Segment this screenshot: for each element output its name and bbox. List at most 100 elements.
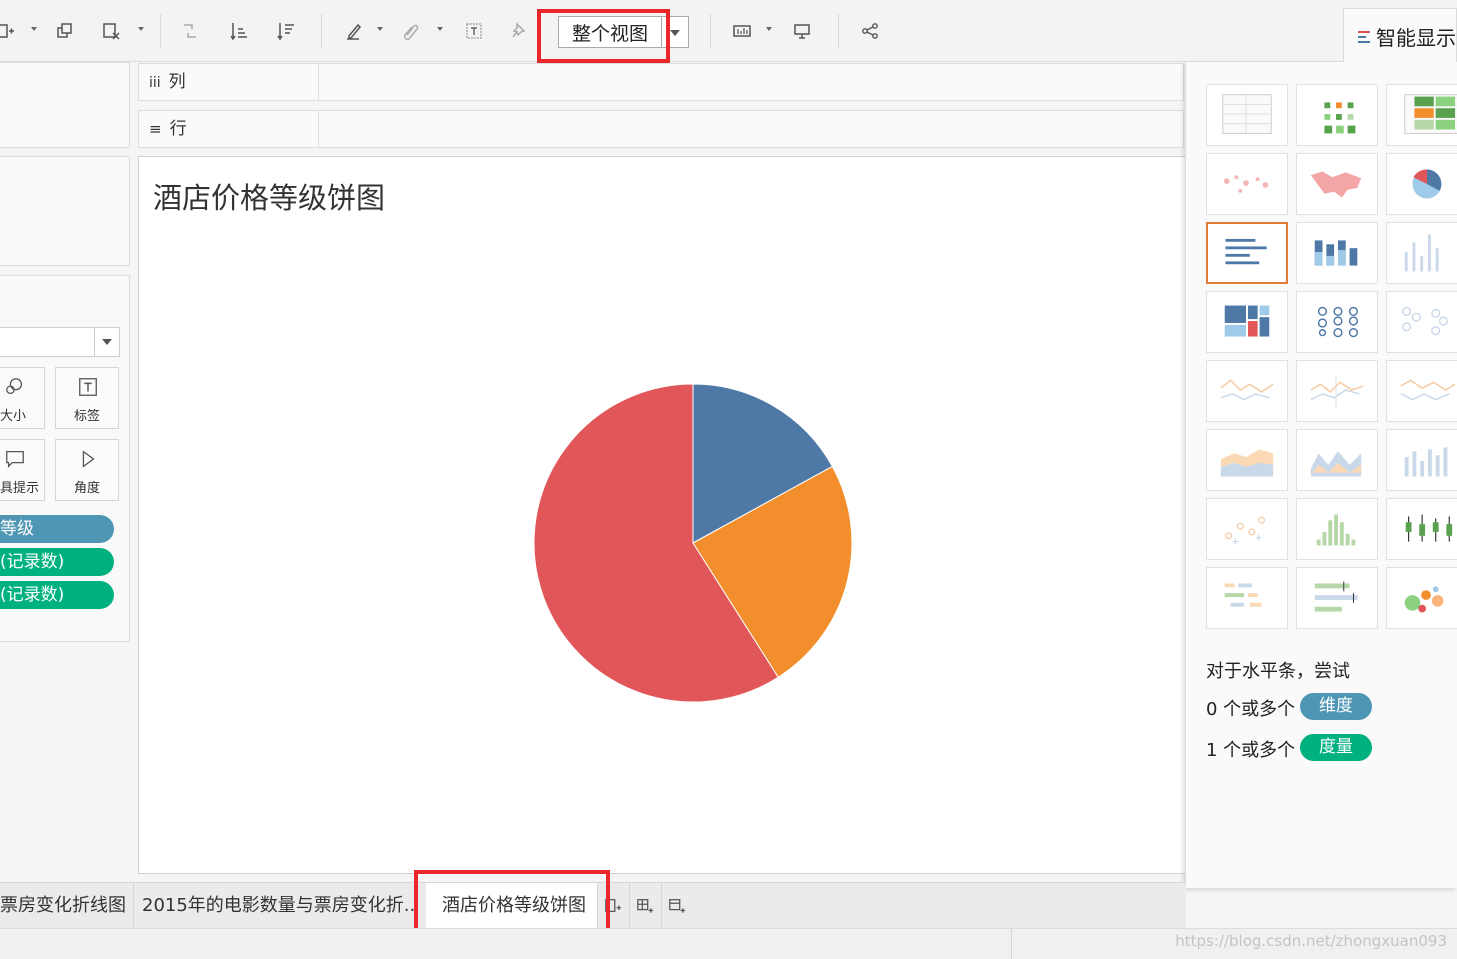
chart-type-line-discrete[interactable] (1296, 360, 1378, 422)
caret-down-icon[interactable] (138, 27, 144, 31)
angle-label: 角度 (73, 481, 100, 496)
chart-type-area-continuous[interactable] (1206, 429, 1288, 491)
chart-type-circle-views[interactable] (1296, 291, 1378, 353)
line-continuous-icon (1220, 379, 1274, 401)
chart-type-horizontal-bars[interactable] (1206, 222, 1288, 284)
marks-label-button[interactable]: 标签 (55, 367, 119, 429)
caret-down-icon[interactable] (766, 27, 772, 31)
dual-combination-icon (1404, 447, 1448, 477)
new-story-button[interactable] (662, 883, 694, 929)
filled-map-icon (1310, 171, 1362, 198)
dual-line-icon (1400, 379, 1456, 401)
chart-type-text-table[interactable] (1206, 84, 1288, 146)
chart-type-packed-bubbles[interactable] (1386, 567, 1457, 629)
toolbar-divider (321, 14, 322, 48)
pill-text: (记录数) (0, 552, 65, 572)
sort-ascending-icon[interactable] (226, 18, 252, 44)
chart-type-line-continuous[interactable] (1206, 360, 1288, 422)
caret-down-icon (102, 339, 112, 345)
marks-tooltip-button[interactable]: 具提示 (0, 439, 45, 501)
heat-map-icon (1324, 102, 1356, 134)
rows-icon: ≡ (149, 120, 162, 138)
show-me-label: 智能显示 (1376, 26, 1456, 50)
pages-card (0, 62, 130, 148)
chart-type-dual-combination[interactable] (1386, 429, 1457, 491)
bullet-graph-icon (1314, 581, 1358, 612)
chart-type-area-discrete[interactable] (1296, 429, 1378, 491)
columns-label: 列 (168, 72, 186, 92)
marks-size-button[interactable]: 大小 (0, 367, 45, 429)
chart-type-heat-map[interactable] (1296, 84, 1378, 146)
side-by-side-bars-icon (1404, 234, 1439, 272)
presentation-mode-icon[interactable] (789, 18, 815, 44)
new-datasource-icon[interactable] (0, 18, 18, 44)
mark-pill-measure[interactable]: (记录数) (0, 581, 114, 609)
highlight-pen-icon[interactable] (341, 18, 367, 44)
mark-pill-dimension[interactable]: 等级 (0, 515, 114, 543)
mark-type-select[interactable] (0, 327, 120, 357)
chart-type-highlight-table[interactable] (1386, 84, 1457, 146)
pie-chart (533, 383, 853, 703)
chart-type-treemap[interactable] (1206, 291, 1288, 353)
label-icon (79, 378, 97, 396)
area-discrete-icon (1310, 451, 1362, 477)
chart-type-stacked-bars[interactable] (1296, 222, 1378, 284)
packed-bubbles-icon (1404, 586, 1444, 613)
caret-down-icon[interactable] (437, 27, 443, 31)
chart-type-side-by-side-circles[interactable] (1386, 291, 1457, 353)
angle-icon (82, 450, 95, 468)
pie-chart-thumb-icon (1412, 169, 1442, 199)
chart-type-side-by-side-bars[interactable] (1386, 222, 1457, 284)
highlight-table-icon (1404, 94, 1457, 134)
label-label: 标签 (73, 409, 100, 424)
share-icon[interactable] (857, 18, 883, 44)
marks-angle-button[interactable]: 角度 (55, 439, 119, 501)
duplicate-sheet-icon[interactable] (52, 18, 78, 44)
show-cards-icon[interactable] (729, 18, 755, 44)
swap-icon[interactable] (177, 18, 203, 44)
mark-pill-measure[interactable]: (记录数) (0, 548, 114, 576)
size-icon (6, 378, 23, 395)
chart-type-filled-map[interactable] (1296, 153, 1378, 215)
columns-icon: iii (149, 75, 161, 91)
rows-shelf[interactable]: ≡ 行 (138, 110, 1184, 148)
worksheet-view[interactable]: 酒店价格等级饼图 (138, 156, 1188, 874)
show-me-tab[interactable]: 智能显示 (1343, 8, 1457, 64)
histogram-icon (1316, 514, 1356, 546)
caret-down-icon[interactable] (377, 27, 383, 31)
sheet-tab[interactable]: 票房变化折线图 (0, 883, 134, 929)
chart-type-symbol-map[interactable] (1206, 153, 1288, 215)
caret-down-icon[interactable] (31, 27, 37, 31)
horizontal-bars-icon (1225, 238, 1267, 265)
scatter-plot-icon (1225, 516, 1265, 545)
pill-text: (记录数) (0, 585, 65, 605)
rows-label: 行 (169, 119, 187, 139)
chart-type-dual-line[interactable] (1386, 360, 1457, 422)
text-label-icon[interactable] (461, 18, 487, 44)
treemap-icon (1224, 305, 1270, 337)
clear-sheet-icon[interactable] (98, 18, 124, 44)
chart-type-gantt-chart[interactable] (1206, 567, 1288, 629)
toolbar: 整个视图 智能显示 (0, 0, 1457, 64)
pin-icon[interactable] (506, 18, 532, 44)
rows-shelf-header: ≡ 行 (139, 111, 319, 147)
toolbar-divider (160, 14, 161, 48)
gantt-chart-icon (1224, 583, 1262, 607)
chart-type-box-whisker[interactable] (1386, 498, 1457, 560)
stacked-bars-icon (1314, 240, 1358, 266)
measure-requirement: 1 个或多个 (1206, 740, 1296, 761)
new-dashboard-button[interactable] (630, 883, 662, 929)
chart-type-scatter-plot[interactable] (1206, 498, 1288, 560)
columns-shelf[interactable]: iii 列 (138, 63, 1184, 101)
chart-type-histogram[interactable] (1296, 498, 1378, 560)
chart-type-pie-chart-thumb[interactable] (1386, 153, 1457, 215)
sort-descending-icon[interactable] (273, 18, 299, 44)
group-clip-icon[interactable] (398, 18, 424, 44)
marks-card: 大小 标签 具提示 角度 等级 (记录数) (记录数) (0, 275, 130, 642)
highlight-box-fit (537, 9, 670, 63)
sheet-tab[interactable]: 2015年的电影数量与票房变化折... (134, 883, 418, 929)
view-title: 酒店价格等级饼图 (153, 181, 386, 215)
mark-type-dropdown[interactable] (94, 328, 119, 356)
dimension-requirement: 0 个或多个 (1206, 699, 1296, 720)
chart-type-bullet-graph[interactable] (1296, 567, 1378, 629)
